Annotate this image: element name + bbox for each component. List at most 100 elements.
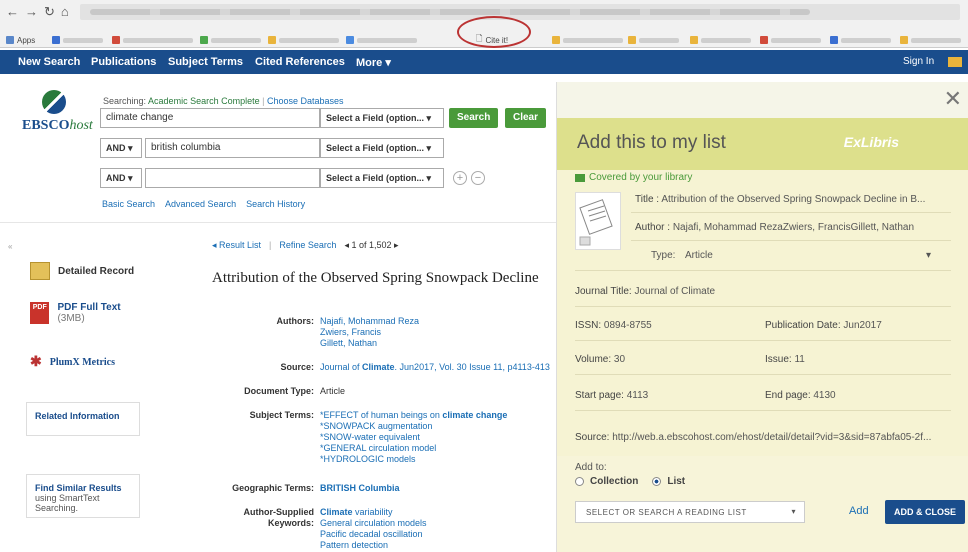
remove-row-icon[interactable]: − xyxy=(471,171,485,185)
choose-databases-link[interactable]: Choose Databases xyxy=(267,96,344,106)
add-link[interactable]: Add xyxy=(849,505,869,517)
issn-field: ISSN: 0894-8755 xyxy=(575,320,652,331)
refine-search-link[interactable]: Refine Search xyxy=(279,240,336,251)
journal-title-field: Journal Title: Journal of Climate xyxy=(575,286,716,297)
advanced-search-link[interactable]: Advanced Search xyxy=(165,199,236,209)
search-input-2[interactable]: british columbia xyxy=(145,138,320,158)
exlibris-logo: ExLibris xyxy=(843,134,899,150)
start-page-field: Start page: 4113 xyxy=(575,390,649,401)
add-to-panel: Add to: Collection List SELECT OR SEARCH… xyxy=(557,456,968,552)
source-label: Source: xyxy=(280,362,314,372)
covered-status: Covered by your library xyxy=(575,172,692,183)
geo-term-link[interactable]: BRITISH Columbia xyxy=(320,483,400,494)
search-input-1[interactable]: climate change xyxy=(100,108,320,128)
keyword-link[interactable]: Pacific decadal oscillation xyxy=(320,529,427,540)
collapse-panel-icon[interactable]: « xyxy=(8,242,12,251)
nav-subject-terms[interactable]: Subject Terms xyxy=(168,56,243,68)
add-to-options: Collection List xyxy=(575,476,685,487)
subject-term-link[interactable]: *SNOW-water equivalent xyxy=(320,432,507,443)
apps-icon xyxy=(6,36,14,44)
detailed-record-item[interactable]: Detailed Record xyxy=(30,262,134,280)
left-panel: « Detailed Record PDF PDF Full Text (3MB… xyxy=(0,230,148,552)
sign-in-link[interactable]: Sign In xyxy=(903,56,934,67)
add-row-icon[interactable]: + xyxy=(453,171,467,185)
document-icon xyxy=(579,199,613,246)
ebsco-logo-icon xyxy=(42,90,66,114)
plumx-metrics-item[interactable]: ✱ PlumX Metrics xyxy=(30,354,115,371)
subject-term-link[interactable]: *SNOWPACK augmentation xyxy=(320,421,507,432)
collection-radio[interactable] xyxy=(575,477,584,486)
subject-term-link[interactable]: *EFFECT of human beings on climate chang… xyxy=(320,410,507,421)
ebsco-topnav: New Search Publications Subject Terms Ci… xyxy=(0,50,968,74)
clear-button[interactable]: Clear xyxy=(505,108,547,128)
searching-info: Searching: Academic Search Complete | Ch… xyxy=(103,96,344,106)
database-name: Academic Search Complete xyxy=(148,96,260,106)
keyword-link[interactable]: General circulation models xyxy=(320,518,427,529)
folder-icon[interactable] xyxy=(948,57,962,67)
author-supplied-label: Author-Supplied xyxy=(243,507,315,517)
related-information-box[interactable]: Related Information xyxy=(26,402,140,436)
search-input-3[interactable] xyxy=(145,168,320,188)
subject-terms-label: Subject Terms: xyxy=(249,410,314,420)
basic-search-link[interactable]: Basic Search xyxy=(102,199,155,209)
author-link[interactable]: Najafi, Mohammad Reza xyxy=(320,316,419,327)
field-select-2[interactable]: Select a Field (option... ▾ xyxy=(320,138,444,158)
geo-terms-label: Geographic Terms: xyxy=(232,483,314,493)
field-select-1[interactable]: Select a Field (option... ▾ xyxy=(320,108,444,128)
result-list-link[interactable]: ◂ Result List xyxy=(212,240,261,251)
reading-list-select[interactable]: SELECT OR SEARCH A READING LIST ▾ xyxy=(575,501,805,523)
subject-term-link[interactable]: *GENERAL circulation model xyxy=(320,443,507,454)
authors-list: Najafi, Mohammad Reza Zwiers, Francis Gi… xyxy=(320,316,419,349)
search-history-link[interactable]: Search History xyxy=(246,199,305,209)
dropdown-caret-icon: ▾ xyxy=(791,507,796,516)
nav-new-search[interactable]: New Search xyxy=(18,56,80,68)
nav-cited-references[interactable]: Cited References xyxy=(255,56,345,68)
apps-bookmark[interactable]: Apps xyxy=(6,35,35,45)
list-radio[interactable] xyxy=(652,477,662,486)
keywords-label: Keywords: xyxy=(267,518,314,528)
boolean-select-3[interactable]: AND ▾ xyxy=(100,168,142,188)
reload-icon[interactable]: ↻ xyxy=(44,4,55,20)
divider xyxy=(0,222,556,223)
ebsco-logo[interactable]: EBSCOhost xyxy=(22,90,93,134)
type-select[interactable]: Article ▾ xyxy=(685,250,931,261)
keyword-link[interactable]: Pattern detection xyxy=(320,540,427,551)
record-navigation: ◂ Result List | Refine Search ◂ 1 of 1,5… xyxy=(212,240,399,251)
home-icon[interactable]: ⌂ xyxy=(61,4,69,20)
back-icon[interactable]: ← xyxy=(6,4,19,20)
search-button[interactable]: Search xyxy=(449,108,499,128)
pdf-full-text-item[interactable]: PDF PDF Full Text (3MB) xyxy=(30,302,148,324)
subject-term-link[interactable]: *HYDROLOGIC models xyxy=(320,454,507,465)
add-to-list-dialog: ✕ Add this to my list ExLibris Covered b… xyxy=(556,82,968,552)
nav-more[interactable]: More ▾ xyxy=(356,56,391,69)
pdf-icon: PDF xyxy=(30,302,50,324)
keyword-link[interactable]: Climate variability xyxy=(320,507,427,518)
forward-icon[interactable]: → xyxy=(25,4,38,20)
record-title: Attribution of the Observed Spring Snowp… xyxy=(212,270,539,286)
publication-date-field: Publication Date: Jun2017 xyxy=(765,320,882,331)
author-field: Author : Najafi, Mohammad RezaZwiers, Fr… xyxy=(635,222,915,233)
dialog-title: Add this to my list xyxy=(577,132,726,153)
boolean-select-2[interactable]: AND ▾ xyxy=(100,138,142,158)
authors-label: Authors: xyxy=(276,316,315,326)
address-bar[interactable] xyxy=(80,4,960,20)
doc-type-value: Article xyxy=(320,386,346,396)
record-icon xyxy=(30,262,50,280)
field-select-3[interactable]: Select a Field (option... ▾ xyxy=(320,168,444,188)
nav-publications[interactable]: Publications xyxy=(91,56,156,68)
title-field: Title : Attribution of the Observed Spri… xyxy=(635,194,926,205)
author-link[interactable]: Gillett, Nathan xyxy=(320,338,419,349)
volume-field: Volume: 30 xyxy=(575,354,626,365)
dropdown-caret-icon: ▾ xyxy=(925,250,931,261)
find-similar-box[interactable]: Find Similar Results using SmartText Sea… xyxy=(26,474,140,518)
result-counter[interactable]: ◂ 1 of 1,502 ▸ xyxy=(344,240,398,251)
author-link[interactable]: Zwiers, Francis xyxy=(320,327,419,338)
close-icon[interactable]: ✕ xyxy=(944,86,962,112)
source-field: Source: http://web.a.ebscohost.com/ehost… xyxy=(575,432,932,443)
add-and-close-button[interactable]: ADD & CLOSE xyxy=(885,500,965,524)
add-to-label: Add to: xyxy=(575,462,607,473)
plumx-icon: ✱ xyxy=(30,355,42,370)
flag-icon xyxy=(575,173,585,182)
browser-nav: ← → ↻ ⌂ xyxy=(6,4,69,20)
source-value[interactable]: Journal of Climate. Jun2017, Vol. 30 Iss… xyxy=(320,362,550,373)
